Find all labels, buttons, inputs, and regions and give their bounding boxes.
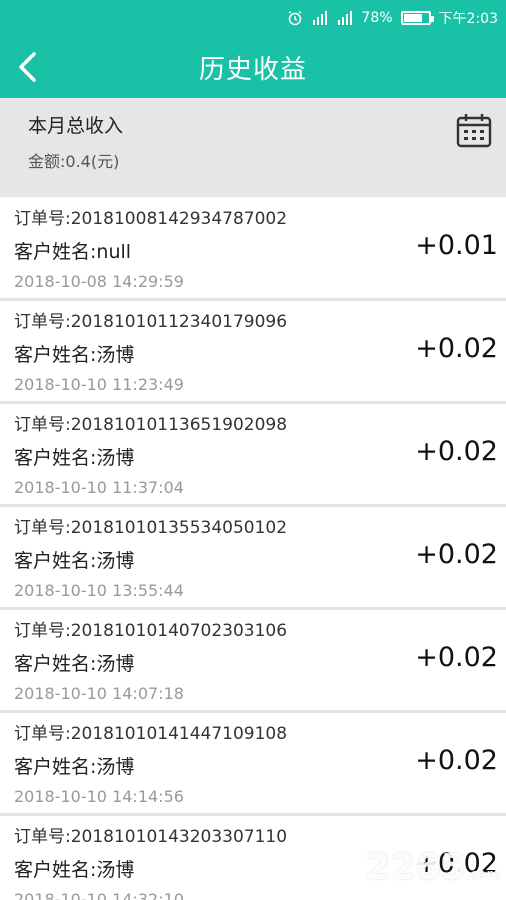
order-amount: +0.02 bbox=[415, 745, 498, 776]
page-title: 历史收益 bbox=[198, 54, 307, 85]
battery-percent: 78% bbox=[361, 10, 393, 26]
customer-name: 客户姓名:汤博 bbox=[14, 447, 135, 469]
watermark-logo: 2265.com bbox=[365, 847, 500, 888]
order-number: 订单号:20181008142934787002 bbox=[14, 209, 288, 229]
order-number: 订单号:20181010112340179096 bbox=[14, 312, 288, 332]
order-amount: +0.01 bbox=[415, 230, 498, 261]
battery-level bbox=[403, 14, 423, 22]
list-item[interactable]: 订单号:20181010112340179096 客户姓名:汤博 2018-10… bbox=[0, 301, 506, 404]
watermark-sub: .com bbox=[465, 867, 500, 883]
order-amount: +0.02 bbox=[415, 436, 498, 467]
clock: 下午2:03 bbox=[438, 11, 498, 27]
order-number: 订单号:20181010140702303106 bbox=[14, 621, 288, 641]
status-bar: 78% 下午2:03 bbox=[0, 0, 506, 36]
watermark-text: 2265 bbox=[365, 847, 466, 888]
order-number: 订单号:20181010135534050102 bbox=[14, 518, 288, 538]
battery-icon bbox=[400, 11, 434, 25]
chevron-left-icon bbox=[19, 52, 36, 82]
list-item[interactable]: 订单号:20181010135534050102 客户姓名:汤博 2018-10… bbox=[0, 507, 506, 610]
order-time: 2018-10-10 14:14:56 bbox=[14, 787, 184, 806]
customer-name: 客户姓名:汤博 bbox=[14, 859, 135, 881]
order-amount: +0.02 bbox=[415, 642, 498, 673]
order-amount: +0.02 bbox=[415, 333, 498, 364]
app-header: 78% 下午2:03 历史收益 bbox=[0, 0, 506, 98]
list-item[interactable]: 订单号:20181010113651902098 客户姓名:汤博 2018-10… bbox=[0, 404, 506, 507]
customer-name: 客户姓名:汤博 bbox=[14, 344, 135, 366]
list-item[interactable]: 订单号:20181010141447109108 客户姓名:汤博 2018-10… bbox=[0, 713, 506, 816]
alarm-icon bbox=[287, 10, 303, 26]
monthly-summary: 本月总收入 金额:0.4(元) bbox=[0, 98, 506, 197]
summary-title: 本月总收入 bbox=[28, 115, 124, 137]
customer-name: 客户姓名:汤博 bbox=[14, 550, 135, 572]
list-item[interactable]: 订单号:20181008142934787002 客户姓名:null 2018-… bbox=[0, 198, 506, 301]
summary-amount: 金额:0.4(元) bbox=[28, 152, 120, 171]
order-number: 订单号:20181010143203307110 bbox=[14, 827, 288, 847]
order-time: 2018-10-10 14:07:18 bbox=[14, 684, 184, 703]
order-number: 订单号:20181010113651902098 bbox=[14, 415, 288, 435]
order-amount: +0.02 bbox=[415, 539, 498, 570]
calendar-button[interactable] bbox=[456, 113, 492, 149]
calendar-icon bbox=[456, 114, 492, 148]
order-time: 2018-10-10 11:23:49 bbox=[14, 375, 184, 394]
signal-4g-icon bbox=[311, 10, 329, 26]
order-time: 2018-10-10 11:37:04 bbox=[14, 478, 184, 497]
customer-name: 客户姓名:null bbox=[14, 241, 132, 263]
customer-name: 客户姓名:汤博 bbox=[14, 653, 135, 675]
customer-name: 客户姓名:汤博 bbox=[14, 756, 135, 778]
order-time: 2018-10-08 14:29:59 bbox=[14, 272, 184, 291]
nav-bar: 历史收益 bbox=[0, 36, 506, 98]
signal-icon bbox=[337, 10, 353, 26]
back-button[interactable] bbox=[10, 50, 44, 84]
order-time: 2018-10-10 13:55:44 bbox=[14, 581, 184, 600]
order-number: 订单号:20181010141447109108 bbox=[14, 724, 288, 744]
list-item[interactable]: 订单号:20181010140702303106 客户姓名:汤博 2018-10… bbox=[0, 610, 506, 713]
order-time: 2018-10-10 14:32:10 bbox=[14, 890, 184, 900]
earnings-list: 订单号:20181008142934787002 客户姓名:null 2018-… bbox=[0, 198, 506, 900]
